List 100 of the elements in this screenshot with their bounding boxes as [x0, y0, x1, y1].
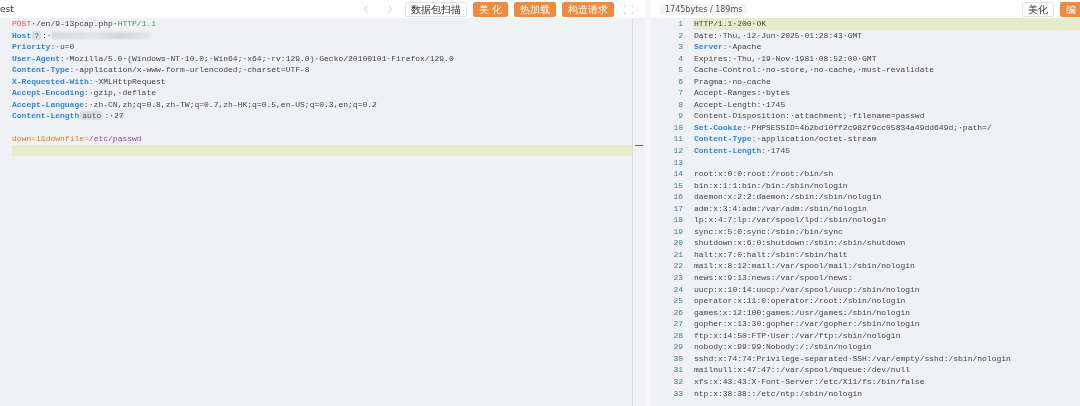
line-number: 17: [672, 202, 684, 215]
line-number: 8: [677, 98, 684, 111]
code-token: /etc/passwd: [88, 134, 142, 143]
code-line: mailnull:x:47:47::/var/spool/mqueue:/dev/null: [694, 365, 911, 375]
line-number: 15: [672, 179, 684, 192]
code-token: =: [84, 134, 89, 143]
code-token: ·gzip,·deflate: [88, 88, 157, 97]
line-number: 31: [672, 364, 684, 376]
code-line: nobody:x:99:99:Nobody:/:/sbin/nologin: [694, 342, 872, 352]
header-name: Server:: [694, 42, 728, 52]
code-token: downfile: [45, 134, 85, 143]
code-token: Content-Length: [12, 111, 80, 120]
code-token: 1: [36, 134, 41, 143]
code-token: Priority:: [12, 42, 56, 51]
code-line: Accept-Ranges:·bytes: [694, 88, 790, 98]
line-number: 11: [672, 133, 684, 145]
code-token: ·XMLHttpRequest: [93, 76, 166, 86]
line-number: 24: [672, 283, 684, 296]
line-number: 32: [672, 375, 684, 388]
code-token: Accept-Encoding:: [12, 88, 89, 97]
code-token: =: [31, 134, 36, 143]
response-stats: 1745bytes / 189ms: [660, 3, 748, 15]
toolbar-button[interactable]: 美 化: [472, 1, 508, 17]
code-token: ·/en/9-13pcap.php·: [31, 19, 118, 28]
code-token: down: [12, 134, 32, 143]
line-number: 4: [677, 52, 684, 65]
code-line: uucp:x:10:14:uucp:/var/spool/uucp:/sbin/nologin: [694, 284, 920, 294]
toolbar-button[interactable]: 编: [1060, 1, 1080, 17]
line-number: 14: [672, 168, 684, 180]
code-line: ·1745: [766, 146, 791, 155]
code-token: ·Mozilla/5.0·(Windows·NT·10.0;·Win64;·x64;·rv:129.0)·Gecko/20100101·Firefox/129.0: [64, 53, 454, 63]
code-line: games:x:12:100:games:/usr/games:/sbin/nologin: [694, 307, 911, 317]
code-line: operator:x:11:0:operator:/root:/sbin/nologin: [694, 296, 906, 306]
line-number: 23: [672, 272, 684, 284]
line-number: 21: [672, 248, 684, 261]
code-token: HTTP/1.1: [117, 19, 157, 28]
code-token: &: [40, 134, 46, 143]
line-number: 18: [672, 214, 684, 226]
code-token: Content-Type:: [12, 65, 75, 74]
code-line: ftp:x:14:50:FTP·User:/var/ftp:/sbin/nologin: [694, 330, 901, 340]
header-tag: ?: [32, 30, 41, 40]
code-line: HTTP/1.1·200·OK: [694, 19, 766, 28]
header-tag: auto: [80, 111, 104, 120]
code-token: :·: [42, 30, 52, 40]
code-token: Host: [12, 30, 32, 40]
line-number: 1: [677, 18, 684, 30]
line-number: 10: [672, 121, 684, 134]
line-number: 9: [677, 110, 684, 122]
code-line: Expires:·Thu,·19·Nov·1981·08:52:00·GMT: [694, 53, 877, 63]
line-number: 16: [672, 191, 684, 203]
line-number: 26: [672, 306, 684, 319]
code-token: POST: [12, 19, 32, 28]
code-line: Pragma:·no-cache: [694, 76, 771, 86]
header-name: Content-Length:: [694, 146, 766, 155]
toolbar-button[interactable]: 热加载: [514, 1, 556, 17]
code-token: ·zh-CN,zh;q=0.8,zh-TW;q=0.7,zh-HK;q=0.5,en-US;q=0.3,en;q=0.2: [88, 99, 377, 109]
code-line: adm:x:3:4:adm:/var/adm:/sbin/nologin: [694, 203, 867, 213]
code-line: bin:x:1:1:bin:/bin:/sbin/nologin: [694, 180, 848, 190]
code-line: news:x:9:13:news:/var/spool/news:: [694, 273, 853, 283]
fullscreen-icon[interactable]: [624, 4, 633, 14]
line-number: 29: [672, 341, 684, 353]
code-line: ·application/octet-stream: [756, 134, 877, 144]
code-token: ·application/x-www-form-urlencoded;·charset=UTF-8: [74, 65, 310, 74]
code-line: Accept-Length:·1745: [694, 99, 786, 109]
toolbar-button[interactable]: 数据包扫描: [404, 1, 467, 17]
code-token: X-Requested-With:: [12, 76, 94, 86]
code-line: xfs:x:43:43:X·Font·Server:/etc/X11/fs:/bin/false: [694, 376, 925, 386]
line-number: 33: [672, 387, 684, 400]
code-line: sync:x:5:0:sync:/sbin:/bin/sync: [694, 226, 843, 236]
line-number: 2: [677, 29, 684, 42]
code-line: halt:x:7:0:halt:/sbin:/sbin/halt: [694, 249, 848, 259]
code-token: User-Agent:: [12, 53, 65, 63]
line-number: 25: [672, 295, 684, 307]
line-number: 19: [672, 225, 684, 238]
line-number: 28: [672, 329, 684, 342]
header-name: Set-Cookie:: [694, 122, 747, 132]
line-number: 22: [672, 260, 684, 273]
line-number: 30: [672, 352, 684, 365]
line-number: 3: [677, 41, 684, 53]
code-line: lp:x:4:7:lp:/var/spool/lpd:/sbin/nologin: [694, 215, 887, 225]
code-line: daemon:x:2:2:daemon:/sbin:/sbin/nologin: [694, 192, 882, 202]
line-number: 6: [677, 75, 684, 88]
line-number: 5: [677, 64, 684, 76]
line-number: 20: [672, 237, 684, 249]
code-token: Accept-Language:: [12, 99, 89, 109]
code-line: ·Apache: [727, 42, 762, 52]
line-number: 27: [672, 318, 684, 330]
code-token: :·27: [104, 111, 124, 120]
toolbar-button[interactable]: 构造请求: [562, 1, 614, 17]
code-line: ·PHPSESSID=4b2bd10ff2c982f9cc05834a49dd649d;·path=/: [746, 122, 992, 132]
header-name: Content-Type:: [694, 134, 757, 144]
code-line: root:x:0:0:root:/root:/bin/sh: [694, 169, 834, 179]
panel-title: est: [0, 4, 14, 14]
toolbar-button[interactable]: 美化: [1022, 1, 1054, 17]
code-token: ·u=0: [55, 42, 75, 51]
line-number: 13: [672, 156, 684, 169]
code-line: shutdown:x:6:0:shutdown:/sbin:/sbin/shutdown: [694, 238, 906, 248]
code-line: ntp:x:38:38::/etc/ntp:/sbin/nologin: [694, 388, 863, 398]
scrollbar[interactable]: [632, 18, 645, 406]
code-line: Cache-Control:·no-store,·no-cache,·must-revalidate: [694, 65, 935, 75]
